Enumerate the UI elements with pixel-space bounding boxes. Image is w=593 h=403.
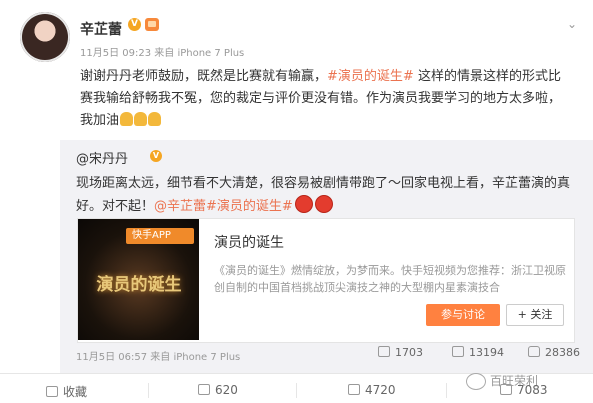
post-meta: 11月5日 09:23 来自 iPhone 7 Plus [80, 48, 245, 59]
avatar[interactable] [20, 12, 70, 62]
repost-meta: 11月5日 06:57 来自 iPhone 7 Plus [76, 352, 241, 363]
post-text: 谢谢丹丹老师鼓励，既然是比赛就有输赢，#演员的诞生# 这样的情景这样的形式比赛我… [80, 66, 570, 132]
thumbs-up-icon [528, 346, 540, 357]
topic-link[interactable]: #演员的诞生# [327, 69, 414, 84]
repost-count[interactable]: 1703 [378, 346, 423, 359]
watermark-logo-icon [466, 373, 486, 390]
separator [296, 383, 297, 398]
join-discussion-button[interactable]: 参与讨论 [426, 304, 500, 326]
kuaishou-badge: 快手APP [126, 228, 194, 244]
bar-repost-count: 620 [215, 383, 238, 397]
comment-count[interactable]: 13194 [452, 346, 504, 359]
post-text-before: 谢谢丹丹老师鼓励，既然是比赛就有输赢， [80, 69, 328, 84]
card-description: 《演员的诞生》燃情绽放，为梦而来。快手短视频为您推荐：浙江卫视原创自制的中国首档… [214, 264, 566, 294]
favorite-button[interactable]: 收藏 [46, 383, 87, 400]
repost-count-value: 1703 [395, 346, 423, 359]
angry-emoji-icon [294, 195, 313, 213]
member-icon [145, 18, 159, 31]
bar-like-button[interactable]: 7083 [500, 383, 548, 397]
verified-icon: V [150, 150, 162, 162]
bar-repost-button[interactable]: 620 [198, 383, 238, 397]
verified-icon: V [128, 18, 141, 31]
share-icon [198, 384, 210, 395]
like-count-value: 28386 [545, 346, 580, 359]
thumbs-up-icon [500, 384, 512, 395]
comment-icon [348, 384, 360, 395]
follow-button[interactable]: + 关注 [506, 304, 564, 326]
star-icon [46, 386, 58, 397]
like-count[interactable]: 28386 [528, 346, 580, 359]
mention-link[interactable]: @辛芷蕾 [154, 199, 206, 214]
repost-text: 现场距离太远，细节看不大清楚，很容易被剧情带跑了～回家电视上看，辛芷蕾演的真好。… [76, 172, 576, 218]
chevron-down-icon[interactable]: ⌄ [567, 17, 577, 31]
author-name[interactable]: 辛芷蕾 [80, 19, 122, 39]
clap-icon [134, 112, 148, 126]
clap-icon [148, 112, 162, 126]
separator [446, 383, 447, 398]
comment-icon [452, 346, 464, 357]
bar-comment-button[interactable]: 4720 [348, 383, 396, 397]
comment-count-value: 13194 [469, 346, 504, 359]
clap-icon [120, 112, 134, 126]
thumbnail-title: 演员的诞生 [96, 275, 182, 295]
favorite-label: 收藏 [63, 385, 88, 399]
card-title[interactable]: 演员的诞生 [214, 232, 284, 252]
repost-author[interactable]: @宋丹丹 [76, 148, 128, 167]
bar-comment-count: 4720 [365, 383, 396, 397]
share-icon [378, 346, 390, 357]
topic-link[interactable]: #演员的诞生# [206, 199, 293, 214]
separator [148, 383, 149, 398]
bar-like-count: 7083 [517, 383, 548, 397]
angry-emoji-icon [314, 195, 333, 213]
